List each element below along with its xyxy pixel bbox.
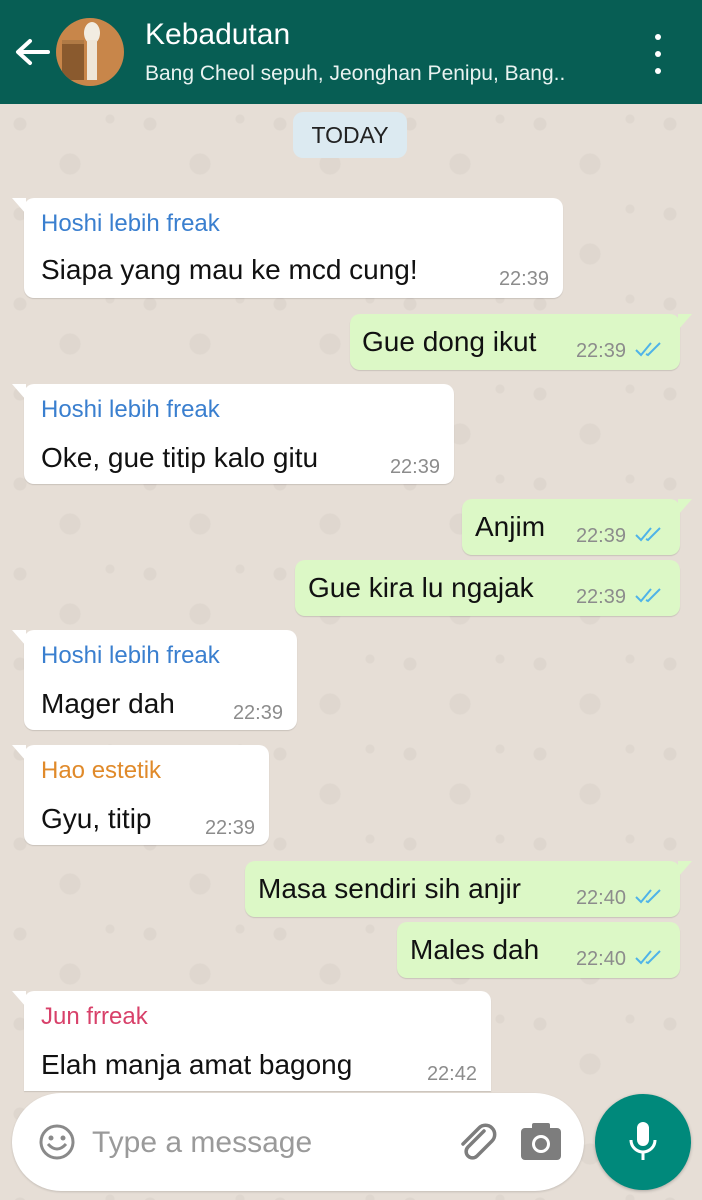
more-vert-icon	[655, 34, 661, 40]
message-outgoing[interactable]: Masa sendiri sih anjir 22:40	[245, 861, 692, 917]
message-text: Elah manja amat bagong	[41, 1049, 353, 1080]
message-incoming[interactable]: Jun frreak Elah manja amat bagong 22:42	[12, 991, 491, 1091]
message-time: 22:39	[575, 525, 626, 547]
message-composer	[12, 1093, 584, 1191]
message-text: Gue dong ikut	[362, 326, 537, 357]
message-text: Gyu, titip	[41, 803, 152, 834]
message-time: 22:39	[498, 268, 549, 290]
message-outgoing[interactable]: Males dah 22:40	[397, 922, 680, 978]
message-text: Anjim	[475, 511, 546, 542]
paperclip-icon[interactable]	[452, 1117, 502, 1167]
camera-icon[interactable]	[518, 1119, 564, 1165]
message-time: 22:39	[232, 702, 283, 724]
message-text: Males dah	[410, 934, 540, 965]
arrow-left-icon	[16, 39, 50, 65]
sender-name: Hoshi lebih freak	[41, 396, 220, 423]
date-divider: TODAY	[293, 112, 407, 158]
chat-header: Kebadutan Bang Cheol sepuh, Jeonghan Pen…	[0, 0, 702, 104]
message-incoming[interactable]: Hoshi lebih freak Mager dah 22:39	[12, 630, 297, 730]
message-time: 22:39	[575, 586, 626, 608]
sender-name: Hoshi lebih freak	[41, 642, 220, 669]
message-outgoing[interactable]: Anjim 22:39	[462, 499, 692, 555]
message-time: 22:39	[575, 340, 626, 362]
message-text: Mager dah	[41, 688, 175, 719]
message-incoming[interactable]: Hoshi lebih freak Oke, gue titip kalo gi…	[12, 384, 454, 484]
read-ticks-icon	[635, 588, 661, 603]
emoji-icon[interactable]	[38, 1123, 76, 1161]
sender-name: Jun frreak	[41, 1003, 148, 1030]
back-button[interactable]	[14, 30, 54, 74]
read-ticks-icon	[635, 342, 661, 357]
read-ticks-icon	[635, 527, 661, 542]
message-text: Gue kira lu ngajak	[308, 572, 534, 603]
message-time: 22:39	[389, 456, 440, 478]
message-text: Oke, gue titip kalo gitu	[41, 442, 319, 473]
more-options-button[interactable]	[645, 34, 671, 74]
message-text: Siapa yang mau ke mcd cung!	[41, 254, 418, 285]
chat-title[interactable]: Kebadutan	[145, 18, 290, 52]
message-time: 22:42	[426, 1063, 477, 1085]
message-incoming[interactable]: Hoshi lebih freak Siapa yang mau ke mcd …	[12, 198, 563, 298]
message-outgoing[interactable]: Gue dong ikut 22:39	[350, 314, 692, 370]
mic-button[interactable]	[595, 1094, 691, 1190]
sender-name: Hao estetik	[41, 757, 162, 784]
message-outgoing[interactable]: Gue kira lu ngajak 22:39	[295, 560, 680, 616]
message-time: 22:39	[204, 817, 255, 839]
group-avatar[interactable]	[56, 18, 124, 86]
message-text: Masa sendiri sih anjir	[258, 873, 521, 904]
mic-icon	[629, 1122, 657, 1160]
message-time: 22:40	[575, 948, 626, 970]
read-ticks-icon	[635, 889, 661, 904]
message-incoming[interactable]: Hao estetik Gyu, titip 22:39	[12, 745, 269, 845]
message-time: 22:40	[575, 887, 626, 909]
chat-members[interactable]: Bang Cheol sepuh, Jeonghan Penipu, Bang.…	[145, 62, 565, 86]
read-ticks-icon	[635, 950, 661, 965]
message-input[interactable]	[90, 1117, 444, 1169]
sender-name: Hoshi lebih freak	[41, 210, 220, 237]
